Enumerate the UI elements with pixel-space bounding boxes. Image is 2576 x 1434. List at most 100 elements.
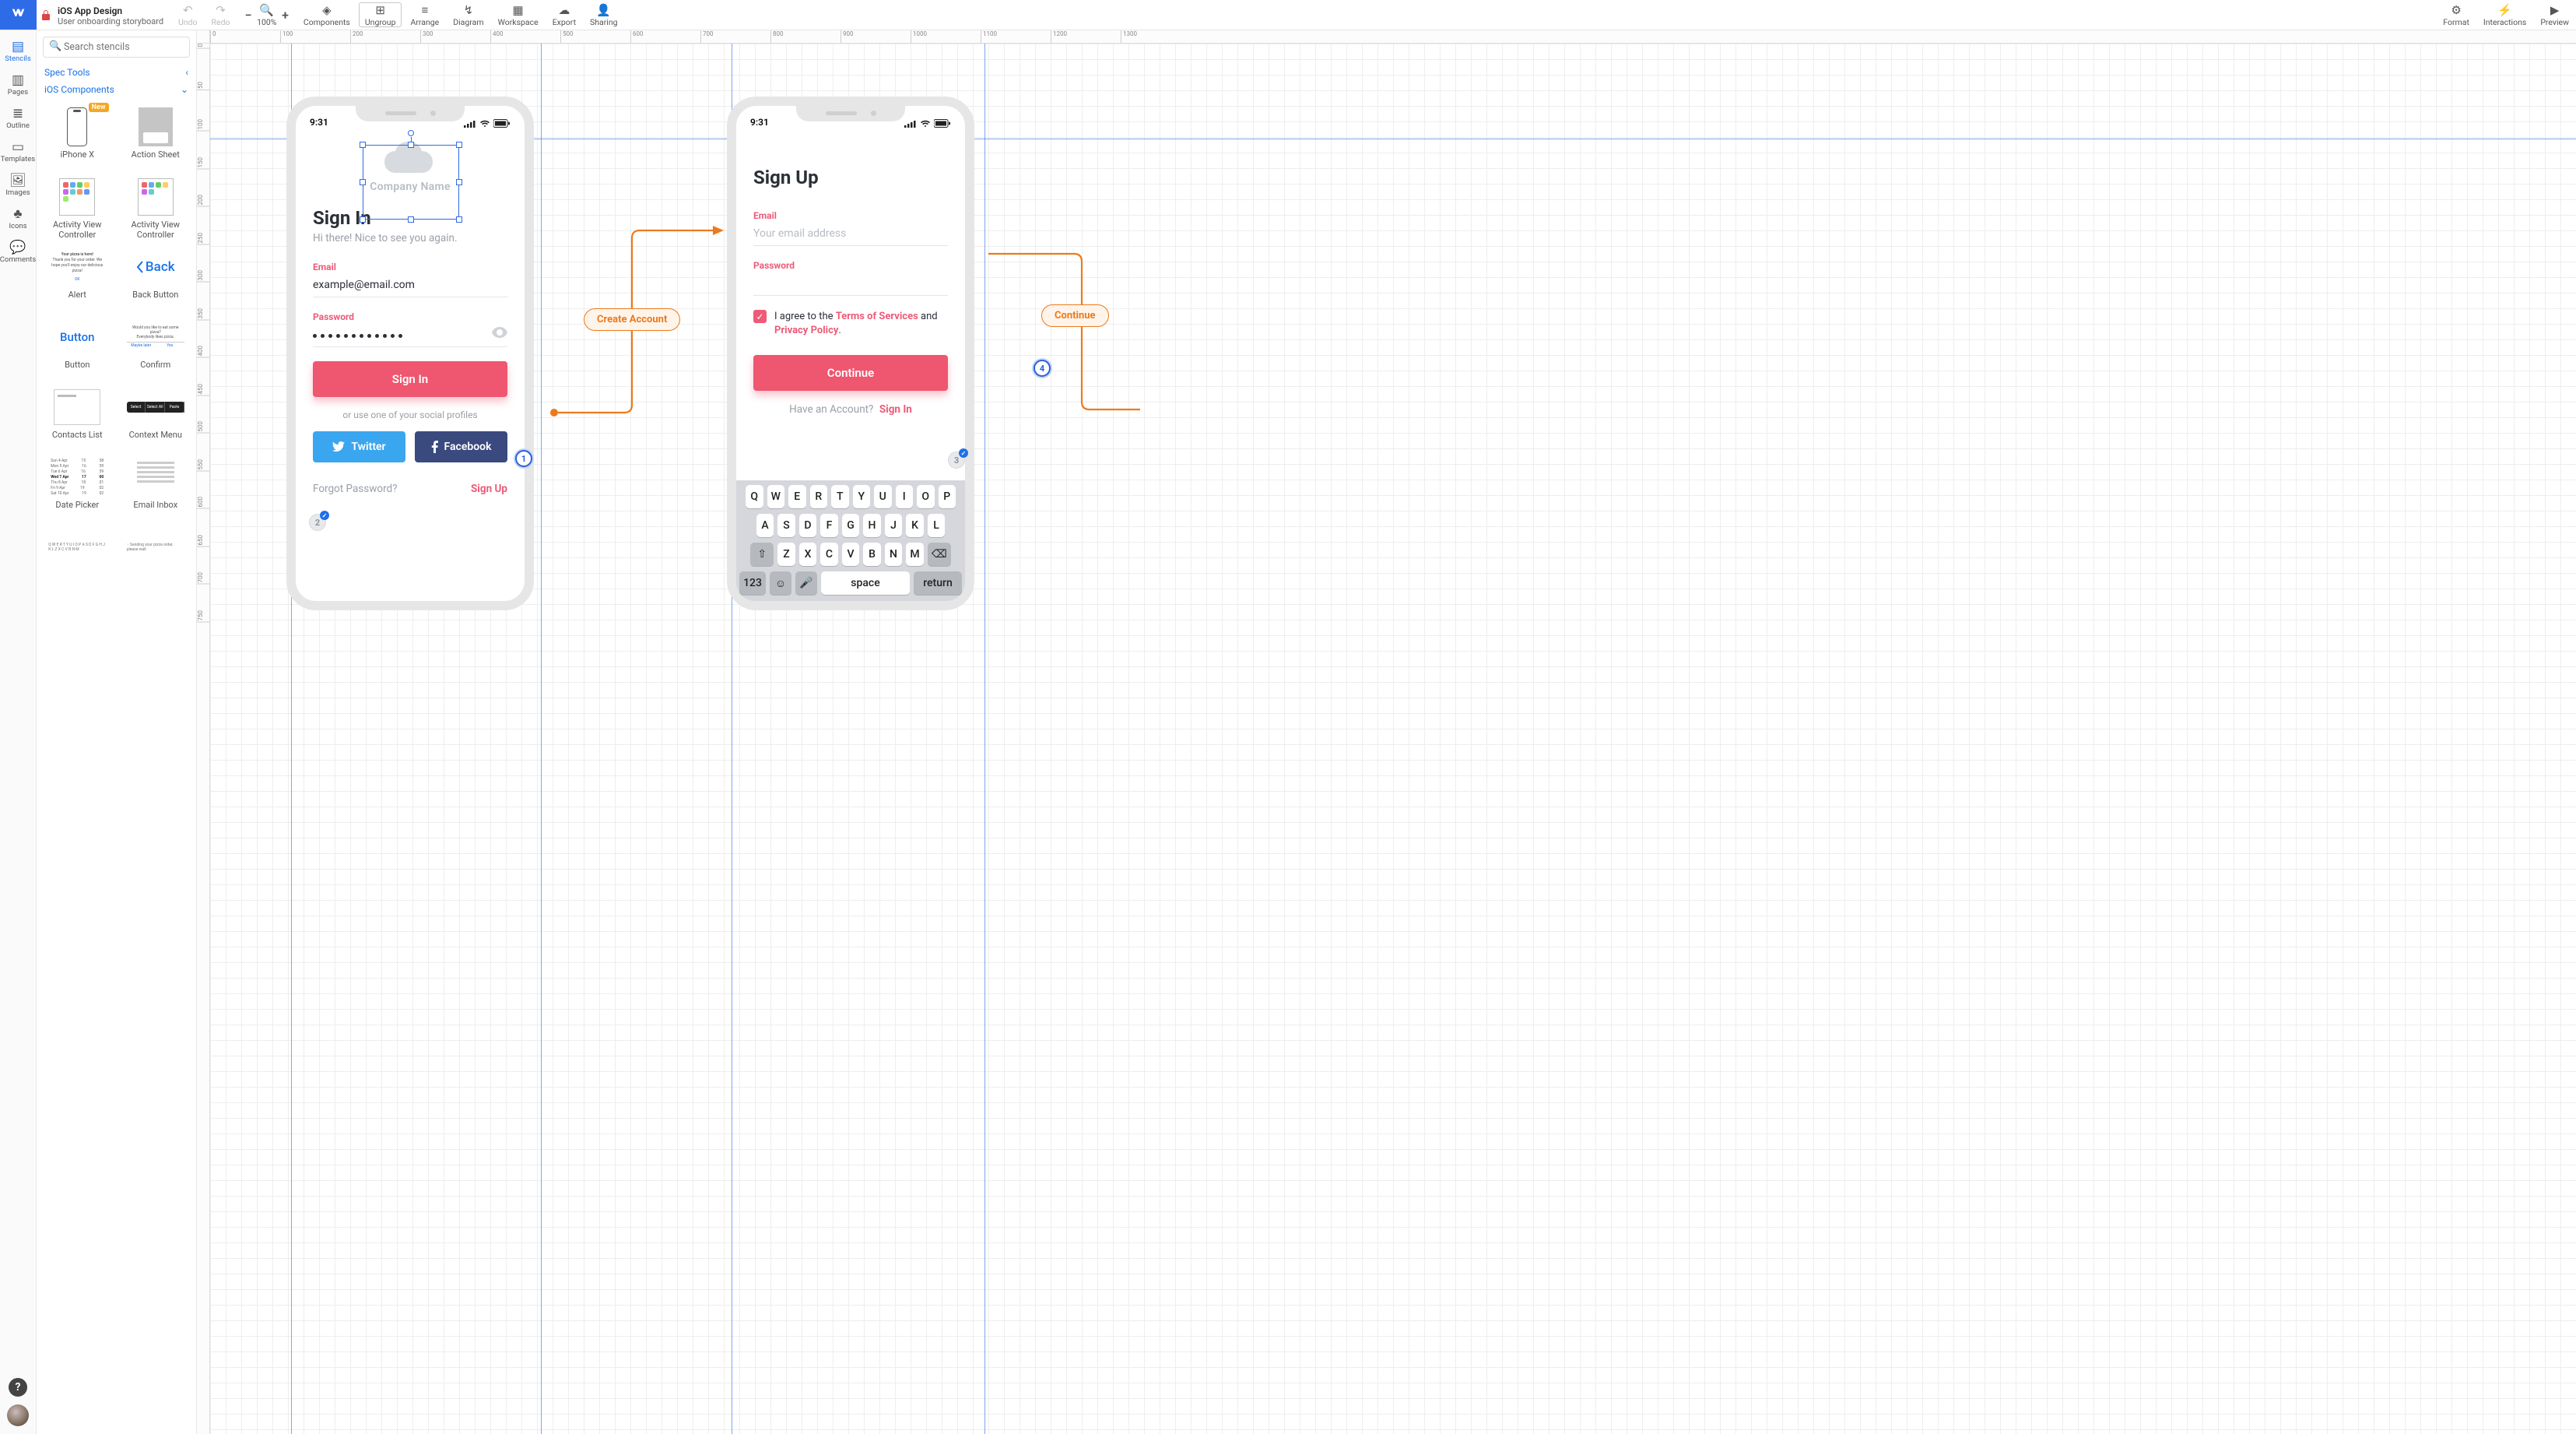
key-q[interactable]: Q	[746, 485, 763, 508]
emoji-key[interactable]: ☺	[770, 571, 791, 595]
zoom-in-button[interactable]: +	[279, 8, 292, 23]
rail-templates[interactable]: ▭Templates	[0, 135, 36, 169]
stencil-search-input[interactable]	[43, 37, 190, 58]
rail-stencils[interactable]: ▤Stencils	[0, 35, 36, 69]
key-f[interactable]: F	[820, 514, 838, 537]
space-key[interactable]: space	[821, 571, 910, 595]
section-ios-components[interactable]: iOS Components⌄	[37, 81, 196, 98]
ruler-horizontal[interactable]: 0100200300400500600700800900100011001200…	[210, 30, 2576, 44]
flow-badge-continue[interactable]: Continue	[1041, 304, 1109, 327]
stencil-context-menu[interactable]: SelectSelect AllPaste Context Menu	[117, 381, 195, 452]
mockup-signup[interactable]: 9:31 Sign Up Email Your email address Pa…	[727, 97, 974, 610]
rail-outline[interactable]: ≣Outline	[0, 102, 36, 135]
guide[interactable]	[541, 44, 542, 1434]
mockup-signin[interactable]: 9:31 Company Name Sign In Hi	[286, 97, 534, 610]
flow-connector[interactable]	[988, 230, 1144, 433]
key-h[interactable]: H	[863, 514, 881, 537]
key-w[interactable]: W	[767, 485, 785, 508]
step-badge-2[interactable]: 2✓	[309, 514, 326, 531]
zoom-display[interactable]: 🔍100%	[254, 3, 279, 27]
rail-comments[interactable]: 💬Comments	[0, 236, 36, 269]
mic-key[interactable]: 🎤	[795, 571, 817, 595]
key-o[interactable]: O	[917, 485, 935, 508]
app-logo[interactable]	[0, 0, 37, 30]
key-t[interactable]: T	[831, 485, 849, 508]
ruler-vertical[interactable]: 0501001502002503003504004505005506006507…	[197, 44, 210, 1434]
password-input[interactable]	[313, 325, 507, 347]
numbers-key[interactable]: 123	[739, 571, 766, 595]
ungroup-button[interactable]: ⊞Ungroup	[359, 2, 402, 27]
key-c[interactable]: C	[820, 543, 838, 566]
key-x[interactable]: X	[799, 543, 817, 566]
email-input[interactable]: example@email.com	[313, 276, 507, 297]
section-spec-tools[interactable]: Spec Tools‹	[37, 64, 196, 81]
rail-images[interactable]: 🖼Images	[0, 169, 36, 202]
consent-checkbox[interactable]: ✓	[753, 310, 767, 323]
stencil-email-inbox[interactable]: Email Inbox	[117, 452, 195, 522]
key-k[interactable]: K	[906, 514, 924, 537]
key-u[interactable]: U	[874, 485, 892, 508]
stencil-date-picker[interactable]: Sun 4 Apr1558Mon 5 Apr1659Tue 6 Apr1659W…	[38, 452, 117, 522]
key-l[interactable]: L	[928, 514, 946, 537]
key-d[interactable]: D	[799, 514, 817, 537]
stencil-action-sheet[interactable]: Action Sheet	[117, 101, 195, 171]
interactions-button[interactable]: ⚡Interactions	[2476, 0, 2533, 30]
tos-link[interactable]: Terms of Services	[836, 311, 918, 322]
stencil-contacts-list[interactable]: Contacts List	[38, 381, 117, 452]
return-key[interactable]: return	[914, 571, 962, 595]
key-s[interactable]: S	[777, 514, 795, 537]
rail-icons[interactable]: ♣Icons	[0, 202, 36, 236]
forgot-password-link[interactable]: Forgot Password?	[313, 483, 398, 495]
stencil-confirm[interactable]: Would you like to eat some pizza?Everybo…	[117, 311, 195, 381]
zoom-out-button[interactable]: −	[241, 8, 254, 23]
key-n[interactable]: N	[885, 543, 903, 566]
key-y[interactable]: Y	[853, 485, 871, 508]
key-g[interactable]: G	[842, 514, 860, 537]
delete-key[interactable]: ⌫	[928, 543, 951, 566]
signin-button[interactable]: Sign In	[313, 361, 507, 397]
consent-row[interactable]: ✓ I agree to the Terms of Services and P…	[753, 310, 948, 338]
key-z[interactable]: Z	[777, 543, 795, 566]
format-button[interactable]: ⚙Format	[2436, 0, 2476, 30]
preview-button[interactable]: ▶Preview	[2533, 0, 2576, 30]
diagram-button[interactable]: ↯Diagram	[446, 0, 490, 30]
signin-link[interactable]: Sign In	[879, 403, 912, 416]
stencil-back-button[interactable]: Back Back Button	[117, 241, 195, 311]
twitter-button[interactable]: Twitter	[313, 431, 405, 462]
stencil-keyboard[interactable]: Q W E R T Y U I O P A S D F G H J K L Z …	[38, 522, 117, 592]
key-b[interactable]: B	[863, 543, 881, 566]
stencil-activity-view-2[interactable]: Activity View Controller	[117, 171, 195, 241]
eye-icon[interactable]	[492, 327, 507, 341]
key-p[interactable]: P	[939, 485, 956, 508]
step-badge-3[interactable]: 3✓	[948, 452, 965, 469]
lock-icon[interactable]	[37, 0, 54, 30]
ios-keyboard[interactable]: QWERTYUIOP ASDFGHJKL ⇧ ZXCVBNM ⌫ 123 ☺ 🎤…	[736, 480, 965, 601]
key-r[interactable]: R	[810, 485, 828, 508]
email-input[interactable]: Your email address	[753, 224, 948, 246]
key-j[interactable]: J	[885, 514, 903, 537]
stencil-alert[interactable]: Your pizza is here!Thank you for your or…	[38, 241, 117, 311]
selection-handles[interactable]	[363, 145, 459, 220]
stencil-button[interactable]: Button Button	[38, 311, 117, 381]
guide[interactable]	[984, 44, 985, 1434]
stencil-iphone-x[interactable]: New iPhone X	[38, 101, 117, 171]
step-badge-4[interactable]: 4	[1034, 360, 1051, 377]
key-a[interactable]: A	[756, 514, 774, 537]
stencil-activity-view-1[interactable]: Activity View Controller	[38, 171, 117, 241]
export-button[interactable]: ☁Export	[546, 0, 583, 30]
rail-pages[interactable]: ▥Pages	[0, 69, 36, 102]
key-i[interactable]: I	[896, 485, 914, 508]
redo-button[interactable]: ↷Redo	[205, 0, 237, 30]
password-input[interactable]	[753, 274, 948, 296]
workspace-button[interactable]: ▦Workspace	[491, 0, 546, 30]
stencil-spinner[interactable]: ◌ Sending your pizza order, please wait	[117, 522, 195, 592]
key-v[interactable]: V	[842, 543, 860, 566]
privacy-link[interactable]: Privacy Policy	[774, 325, 838, 336]
continue-button[interactable]: Continue	[753, 355, 948, 391]
step-badge-1[interactable]: 1	[515, 450, 532, 467]
sharing-button[interactable]: 👤Sharing	[583, 0, 625, 30]
user-avatar[interactable]	[7, 1404, 29, 1426]
arrange-button[interactable]: ≡Arrange	[403, 0, 446, 30]
document-title[interactable]: iOS App Design User onboarding storyboar…	[54, 0, 171, 30]
facebook-button[interactable]: Facebook	[415, 431, 507, 462]
